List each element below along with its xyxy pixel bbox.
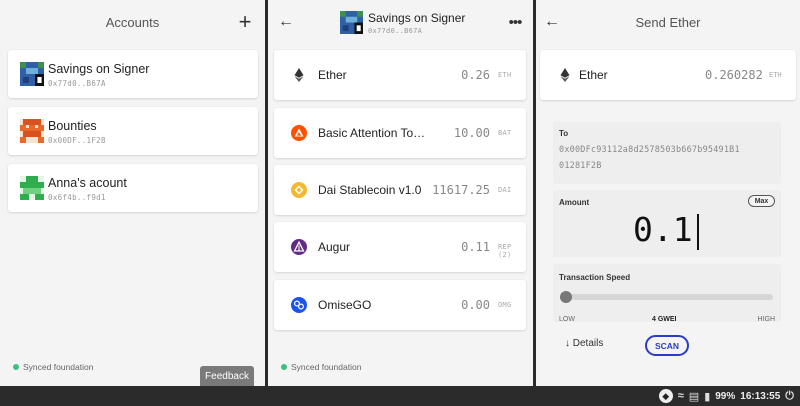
text-cursor <box>697 214 699 250</box>
speed-value: 4 GWEI <box>652 316 677 323</box>
amount-label: Amount <box>559 198 590 207</box>
status-dot-icon <box>13 364 19 370</box>
sync-status-text: Synced foundation <box>291 362 362 372</box>
recipient-field[interactable]: To 0x00DFc93112a8d2578503b667b95491B1 01… <box>553 122 781 184</box>
sync-status: Synced foundation <box>13 362 93 372</box>
recipient-address-line2: 01281F2B <box>559 161 602 171</box>
account-card-savings[interactable]: Savings on Signer 0x77d0..B67A <box>8 50 258 98</box>
ethereum-icon <box>560 68 570 82</box>
details-toggle[interactable]: ↓ Details <box>565 338 603 349</box>
speed-control: Transaction Speed LOW 4 GWEI HIGH <box>553 264 781 323</box>
ethereum-icon <box>294 68 304 82</box>
send-token-row: Ether 0.260282 ETH <box>540 50 796 100</box>
accounts-header: Accounts + <box>0 0 265 44</box>
account-name: Savings on Signer <box>48 62 150 76</box>
status-dot-icon <box>281 364 287 370</box>
account-address: 0x77d0..B67A <box>368 27 423 35</box>
arrow-left-icon[interactable]: ← <box>274 10 298 34</box>
token-name: Ether <box>318 68 347 82</box>
token-row[interactable]: Ether 0.26 ETH <box>274 50 526 100</box>
send-title: Send Ether <box>635 14 701 30</box>
token-balance: 11617.25 <box>432 183 490 197</box>
token-balance: 0.11 <box>461 240 490 254</box>
clock[interactable]: 16:13:55 <box>740 391 780 402</box>
send-panel: ← Send Ether Ether 0.260282 ETH To 0x00D… <box>536 0 800 386</box>
token-name: Ether <box>579 68 608 82</box>
account-name: Savings on Signer <box>368 11 466 25</box>
identicon <box>20 62 44 86</box>
amount-value: 0.1 <box>633 210 693 249</box>
account-detail-panel: ← Savings on Signer 0x77d0..B67A ••• Eth… <box>268 0 533 386</box>
identicon <box>20 119 44 143</box>
amount-field[interactable]: Amount Max 0.1 <box>553 190 781 257</box>
battery-icon[interactable]: ▮ <box>704 390 710 403</box>
speed-slider-handle[interactable] <box>560 291 572 303</box>
wifi-icon[interactable]: ≈ <box>678 390 684 402</box>
token-symbol: DAI <box>498 186 512 194</box>
token-name: Basic Attention To… <box>318 126 426 140</box>
token-row[interactable]: OmiseGO 0.00 OMG <box>274 280 526 330</box>
token-symbol: BAT <box>498 129 512 137</box>
token-name: Dai Stablecoin v1.0 <box>318 183 422 197</box>
token-balance: 0.260282 <box>705 68 763 82</box>
power-icon[interactable]: ⏻ <box>785 390 794 403</box>
token-row[interactable]: Augur 0.11 REP (2) <box>274 222 526 272</box>
scan-button[interactable]: SCAN <box>645 335 689 356</box>
token-name: Augur <box>318 240 351 254</box>
clipboard-icon[interactable]: ▤ <box>689 390 699 403</box>
account-card-bounties[interactable]: Bounties 0x00DF..1F2B <box>8 107 258 155</box>
speed-slider-track[interactable] <box>563 294 773 300</box>
account-address: 0x6f4b..f9d1 <box>48 193 106 202</box>
identicon <box>340 11 363 34</box>
arrow-left-icon[interactable]: ← <box>540 10 564 34</box>
speed-high-label: HIGH <box>757 316 776 323</box>
feedback-button[interactable]: Feedback <box>200 366 254 386</box>
token-name: OmiseGO <box>318 298 372 312</box>
token-balance: 0.00 <box>461 298 490 312</box>
account-card-anna[interactable]: Anna's acount 0x6f4b..f9d1 <box>8 164 258 212</box>
account-name: Anna's acount <box>48 176 127 190</box>
account-name: Bounties <box>48 119 97 133</box>
account-address: 0x77d0..B67A <box>48 79 106 88</box>
battery-percent: 99% <box>715 390 736 402</box>
system-tray: ◆ ≈ ▤ ▮ 99% 16:13:55 ⏻ <box>658 386 794 406</box>
send-header: ← Send Ether <box>536 0 800 44</box>
accounts-title: Accounts <box>105 14 160 30</box>
omisego-icon <box>291 297 307 313</box>
sync-status-text: Synced foundation <box>23 362 94 372</box>
token-balance: 10.00 <box>453 126 490 140</box>
dai-icon <box>291 182 307 198</box>
sync-status: Synced foundation <box>281 362 361 372</box>
token-symbol: REP (2) <box>498 243 512 259</box>
token-symbol: ETH <box>769 71 782 79</box>
token-balance: 0.26 <box>461 68 490 82</box>
account-detail-header: ← Savings on Signer 0x77d0..B67A ••• <box>268 0 533 44</box>
taskbar: ◆ ≈ ▤ ▮ 99% 16:13:55 ⏻ <box>0 386 800 406</box>
account-address: 0x00DF..1F2B <box>48 136 106 145</box>
to-label: To <box>559 129 569 138</box>
speed-label: Transaction Speed <box>559 273 631 282</box>
ethereum-tray-icon[interactable]: ◆ <box>658 389 673 403</box>
accounts-panel: Accounts + Savings on Signer 0x77d0..B67… <box>0 0 265 386</box>
more-horizontal-icon[interactable]: ••• <box>503 10 527 34</box>
max-button[interactable]: Max <box>748 195 775 207</box>
identicon <box>20 176 44 200</box>
bat-icon <box>291 125 307 141</box>
plus-icon[interactable]: + <box>233 9 257 34</box>
token-row[interactable]: Dai Stablecoin v1.0 11617.25 DAI <box>274 165 526 215</box>
augur-icon <box>291 239 307 255</box>
token-symbol: ETH <box>498 71 512 79</box>
recipient-address-line1: 0x00DFc93112a8d2578503b667b95491B1 <box>559 145 740 155</box>
token-row[interactable]: Basic Attention To… 10.00 BAT <box>274 108 526 158</box>
speed-low-label: LOW <box>559 316 575 323</box>
token-symbol: OMG <box>498 301 512 309</box>
